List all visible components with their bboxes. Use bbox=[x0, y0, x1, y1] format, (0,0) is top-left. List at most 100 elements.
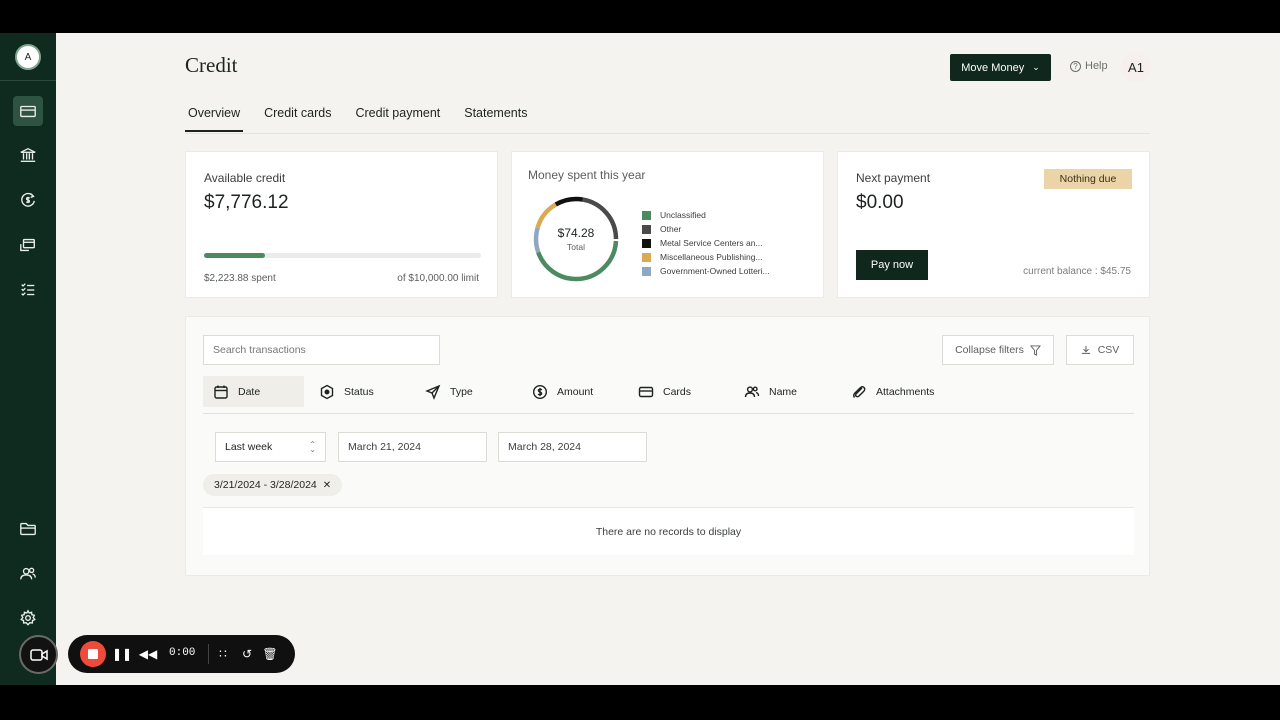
date-range-select[interactable]: Last week ⌃ ⌄ bbox=[215, 432, 326, 462]
transactions-panel: Collapse filters CSV Date Status Type Am… bbox=[185, 316, 1150, 576]
legend-swatch bbox=[642, 210, 651, 220]
bank-icon bbox=[20, 147, 36, 162]
csv-download-button[interactable]: CSV bbox=[1066, 335, 1134, 365]
sidebar-item-banking[interactable] bbox=[13, 140, 43, 170]
donut-total-label: Total bbox=[567, 242, 585, 252]
account-avatar[interactable]: A bbox=[15, 44, 41, 70]
spent-amount: $2,223.88 spent bbox=[204, 273, 276, 284]
legend-item: Metal Service Centers an... bbox=[642, 236, 770, 250]
chip-label: 3/21/2024 - 3/28/2024 bbox=[214, 479, 317, 491]
end-date-input[interactable]: March 28, 2024 bbox=[498, 432, 647, 462]
updown-chevron-icon: ⌃ ⌄ bbox=[309, 440, 316, 454]
move-money-label: Move Money bbox=[961, 61, 1025, 74]
csv-label: CSV bbox=[1097, 344, 1120, 356]
date-range-value: Last week bbox=[225, 441, 273, 453]
date-filter-chip: 3/21/2024 - 3/28/2024 ✕ bbox=[203, 474, 343, 496]
legend-item: Other bbox=[642, 222, 770, 236]
filter-name-label: Name bbox=[769, 385, 798, 398]
filter-cards-label: Cards bbox=[663, 385, 692, 398]
card-icon bbox=[638, 386, 654, 397]
search-input[interactable] bbox=[203, 335, 440, 365]
sidebar-item-transfers[interactable] bbox=[13, 230, 43, 260]
legend-item: Government-Owned Lotteri... bbox=[642, 264, 770, 278]
tab-statements[interactable]: Statements bbox=[461, 106, 530, 132]
empty-state: There are no records to display bbox=[203, 507, 1134, 555]
restart-icon[interactable]: ↺ bbox=[239, 646, 255, 662]
rewind-icon[interactable]: ◀◀ bbox=[139, 646, 157, 662]
video-camera-icon bbox=[29, 648, 48, 661]
filter-bar: Date Status Type Amount Cards Name Attac… bbox=[203, 376, 1134, 414]
help-link[interactable]: ? Help bbox=[1070, 60, 1108, 72]
recording-timer: 0:00 bbox=[169, 647, 196, 659]
collapse-filters-label: Collapse filters bbox=[955, 344, 1024, 356]
sidebar: A bbox=[0, 33, 56, 685]
sidebar-item-tasks[interactable] bbox=[13, 275, 43, 305]
filter-type[interactable]: Type bbox=[415, 376, 473, 407]
paperclip-icon bbox=[853, 385, 866, 398]
move-money-button[interactable]: Move Money ⌄ bbox=[950, 54, 1051, 81]
page-title: Credit bbox=[185, 53, 238, 77]
chevron-down-icon: ⌄ bbox=[1032, 62, 1040, 72]
legend-label: Miscellaneous Publishing... bbox=[660, 252, 763, 262]
filter-status-label: Status bbox=[344, 385, 374, 398]
next-payment-value: $0.00 bbox=[856, 192, 904, 213]
calendar-icon bbox=[214, 385, 228, 399]
tab-credit-payment[interactable]: Credit payment bbox=[352, 106, 443, 132]
user-avatar[interactable]: A1 bbox=[1121, 52, 1151, 82]
stop-recording-button[interactable] bbox=[80, 641, 106, 667]
sidebar-item-credit[interactable] bbox=[13, 96, 43, 126]
money-spent-label: Money spent this year bbox=[528, 168, 646, 182]
credit-limit: of $10,000.00 limit bbox=[397, 273, 479, 284]
donut-total-amount: $74.28 bbox=[557, 226, 595, 240]
filter-date-label: Date bbox=[238, 385, 261, 398]
current-balance: current balance : $45.75 bbox=[1023, 266, 1131, 277]
sidebar-item-settings[interactable] bbox=[13, 603, 43, 633]
filter-attachments[interactable]: Attachments bbox=[841, 376, 934, 407]
filter-name[interactable]: Name bbox=[734, 376, 797, 407]
close-icon[interactable]: ✕ bbox=[323, 480, 331, 491]
pause-icon[interactable]: ❚❚ bbox=[112, 646, 132, 662]
start-date-input[interactable]: March 21, 2024 bbox=[338, 432, 487, 462]
legend-label: Metal Service Centers an... bbox=[660, 238, 763, 248]
credit-progress-fill bbox=[204, 253, 265, 258]
filter-amount-label: Amount bbox=[557, 385, 594, 398]
status-badge: Nothing due bbox=[1044, 169, 1132, 189]
filter-status[interactable]: Status bbox=[309, 376, 374, 407]
money-spent-card: Money spent this year $74.28 Total Uncla… bbox=[511, 151, 824, 298]
toolbar-divider bbox=[208, 644, 209, 664]
status-icon bbox=[320, 384, 334, 399]
filter-date[interactable]: Date bbox=[203, 376, 304, 407]
filter-cards[interactable]: Cards bbox=[628, 376, 691, 407]
available-credit-label: Available credit bbox=[204, 171, 286, 185]
spending-legend: Unclassified Other Metal Service Centers… bbox=[642, 208, 770, 278]
sidebar-item-team[interactable] bbox=[13, 559, 43, 589]
gear-icon bbox=[20, 609, 36, 626]
filter-attachments-label: Attachments bbox=[876, 385, 935, 398]
legend-swatch bbox=[642, 238, 651, 248]
collapse-filters-button[interactable]: Collapse filters bbox=[942, 335, 1054, 365]
legend-item: Unclassified bbox=[642, 208, 770, 222]
available-credit-card: Available credit $7,776.12 $2,223.88 spe… bbox=[185, 151, 498, 298]
filter-amount[interactable]: Amount bbox=[522, 376, 593, 407]
next-payment-card: Next payment $0.00 Nothing due Pay now c… bbox=[837, 151, 1150, 298]
trash-icon[interactable]: 🗑 bbox=[262, 646, 278, 662]
sidebar-item-payments[interactable] bbox=[13, 185, 43, 215]
help-label: Help bbox=[1085, 60, 1108, 72]
tabs-divider bbox=[185, 133, 1150, 134]
legend-label: Unclassified bbox=[660, 210, 706, 220]
sidebar-divider bbox=[0, 80, 56, 81]
available-credit-value: $7,776.12 bbox=[204, 192, 289, 213]
dollar-circle-icon bbox=[532, 384, 548, 399]
pay-now-button[interactable]: Pay now bbox=[856, 250, 928, 280]
tab-bar: Overview Credit cards Credit payment Sta… bbox=[185, 106, 530, 132]
legend-label: Government-Owned Lotteri... bbox=[660, 266, 770, 276]
download-icon bbox=[1081, 345, 1090, 354]
tab-overview[interactable]: Overview bbox=[185, 106, 244, 132]
filter-icon bbox=[1029, 344, 1041, 356]
camera-toggle[interactable] bbox=[19, 635, 58, 674]
grid-icon[interactable]: ∷ bbox=[215, 646, 231, 662]
sidebar-item-documents[interactable] bbox=[13, 514, 43, 544]
credit-progress-bar bbox=[204, 253, 481, 258]
send-icon bbox=[425, 384, 441, 400]
tab-credit-cards[interactable]: Credit cards bbox=[261, 106, 334, 132]
